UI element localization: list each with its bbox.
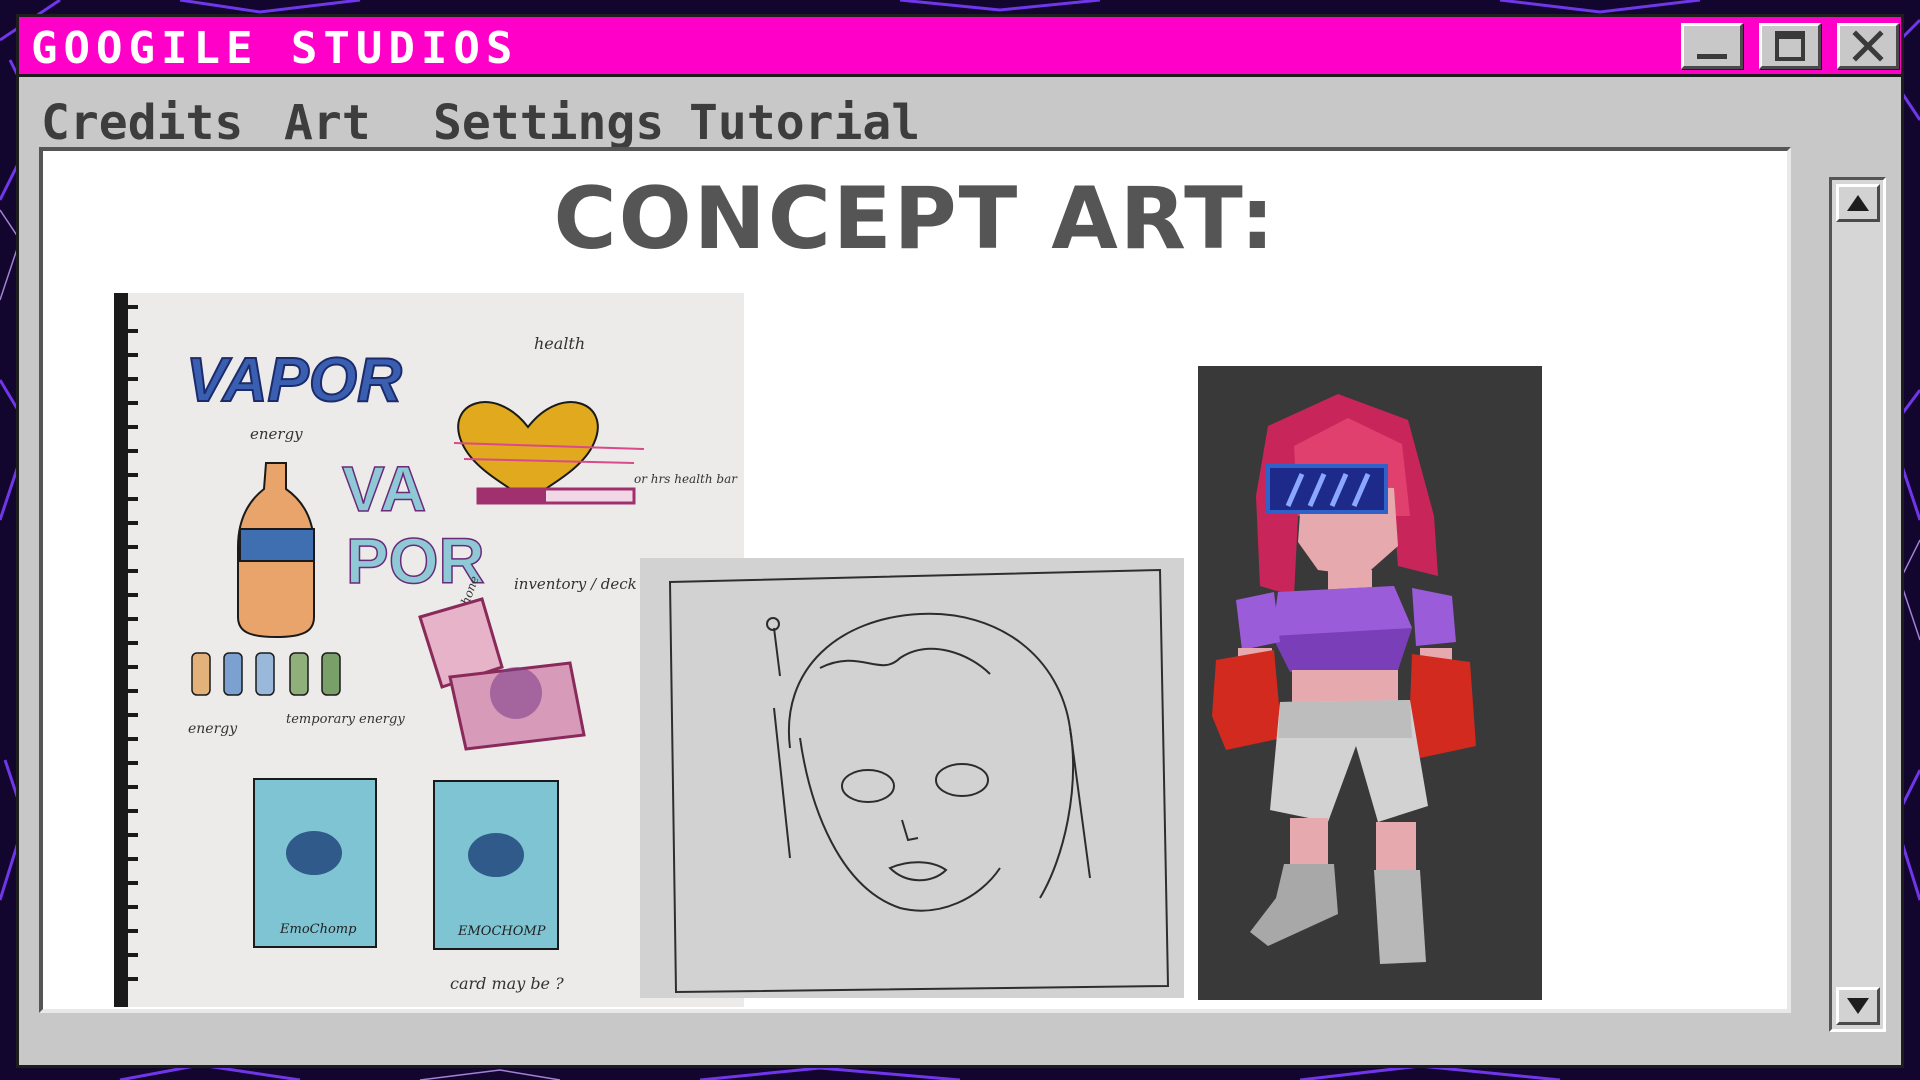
menu-item-tutorial[interactable]: Tutorial: [689, 95, 920, 151]
scroll-down-button[interactable]: [1836, 987, 1880, 1025]
minimize-button[interactable]: [1681, 23, 1743, 69]
arrow-down-icon: [1847, 998, 1869, 1014]
arrow-up-icon: [1847, 195, 1869, 211]
sketch-card-label-1: EmoChomp: [279, 922, 357, 937]
sketch-card-label-2: EMOCHOMP: [457, 924, 546, 939]
character-3d-render-image: [1198, 366, 1542, 1000]
sketch-note-energy-small: energy: [188, 721, 238, 737]
minimize-icon: [1697, 54, 1727, 59]
title-bar[interactable]: GOOGILE STUDIOS: [19, 17, 1901, 77]
sketch-note-temporary-energy: temporary energy: [286, 712, 405, 727]
sketch-note-inventory: inventory / deck: [514, 575, 637, 593]
app-window: GOOGILE STUDIOS Credits Art Settings Tut…: [16, 14, 1904, 1068]
page-heading: CONCEPT ART:: [553, 169, 1277, 269]
sketch-note-health: health: [534, 334, 585, 353]
sketch-vapor-vertical-1: VA: [342, 453, 426, 525]
menu-item-credits[interactable]: Credits: [41, 95, 243, 151]
maximize-icon: [1775, 31, 1805, 61]
content-area: CONCEPT ART: VAPOR VA POR health energy: [39, 147, 1791, 1013]
menu-item-settings[interactable]: Settings: [433, 95, 664, 151]
pencil-portrait-image: [640, 558, 1184, 998]
sketch-note-card: card may be ?: [450, 974, 564, 993]
window-title: GOOGILE STUDIOS: [31, 23, 519, 74]
vertical-scrollbar[interactable]: [1829, 177, 1886, 1032]
maximize-button[interactable]: [1759, 23, 1821, 69]
close-button[interactable]: [1837, 23, 1899, 69]
scroll-up-button[interactable]: [1836, 184, 1880, 222]
close-icon: [1852, 30, 1884, 62]
sketch-note-health-bar: or hrs health bar: [634, 472, 738, 486]
sketch-note-energy: energy: [250, 425, 303, 443]
sketch-vapor-title: VAPOR: [186, 346, 402, 415]
menu-item-art[interactable]: Art: [284, 95, 371, 151]
menu-bar: Credits Art Settings Tutorial: [19, 77, 1901, 157]
